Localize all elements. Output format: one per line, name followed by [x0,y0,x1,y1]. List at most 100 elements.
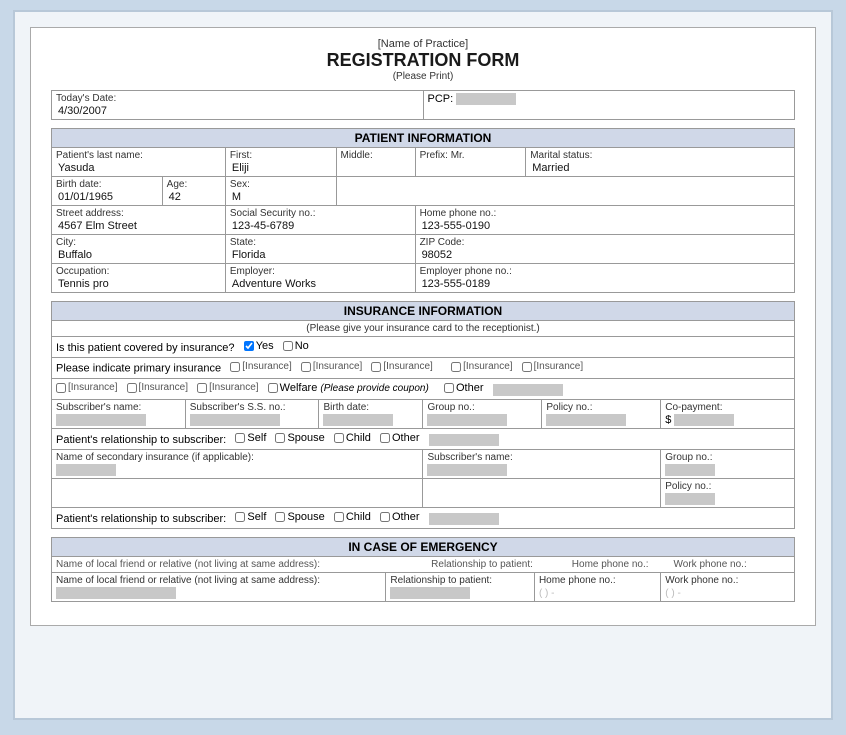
spouse2-item[interactable]: Spouse [275,511,324,523]
group-no-label: Group no.: [427,402,537,413]
city-label: City: [56,237,221,248]
pcp-label: PCP: [428,93,454,105]
self2-item[interactable]: Self [235,511,266,523]
ins2-checkbox[interactable] [301,362,311,372]
sub-name-field [56,414,146,426]
child-checkbox[interactable] [334,433,344,443]
secondary-group-label: Group no.: [665,452,790,463]
employer-phone-label: Employer phone no.: [420,266,790,277]
rel2-label: Patient's relationship to subscriber: [56,513,226,525]
no-checkbox-item[interactable]: No [283,340,309,352]
practice-name: [Name of Practice] [51,38,795,50]
ins7-checkbox[interactable] [127,383,137,393]
spouse-checkbox[interactable] [275,433,285,443]
secondary-ins-field [56,464,116,476]
child2-item[interactable]: Child [334,511,371,523]
friend-field [56,587,176,599]
self-label: Self [247,432,266,444]
ins8-label: [Insurance] [209,382,258,393]
top-row-table: Today's Date: 4/30/2007 PCP: [51,90,795,120]
ins8-checkbox[interactable] [197,383,207,393]
form-title: REGISTRATION FORM [51,50,795,71]
self-item[interactable]: Self [235,432,266,444]
marital-value: Married [530,162,790,174]
ins8-item[interactable]: [Insurance] [197,382,258,393]
welfare-note: (Please provide coupon) [320,383,428,394]
ins5-item[interactable]: [Insurance] [522,361,583,372]
welfare-checkbox[interactable] [268,383,278,393]
state-value: Florida [230,249,411,261]
home-phone-value: 123-555-0190 [420,220,790,232]
ins6-item[interactable]: [Insurance] [56,382,117,393]
emg-home-label: Home phone no.: [572,559,649,570]
other-rel-item[interactable]: Other [380,432,420,444]
ins2-item[interactable]: [Insurance] [301,361,362,372]
child-item[interactable]: Child [334,432,371,444]
occupation-label: Occupation: [56,266,221,277]
ins4-label: [Insurance] [463,361,512,372]
work-phone-label-cell: Work phone no.: [665,575,790,586]
yes-checkbox-item[interactable]: Yes [244,340,274,352]
other-primary-item[interactable]: Other [444,382,484,394]
other2-checkbox[interactable] [380,512,390,522]
date-value: 4/30/2007 [56,105,419,117]
self-checkbox[interactable] [235,433,245,443]
employer-value: Adventure Works [230,278,411,290]
ins1-item[interactable]: [Insurance] [230,361,291,372]
spouse-item[interactable]: Spouse [275,432,324,444]
yes-checkbox[interactable] [244,341,254,351]
last-name-value: Yasuda [56,162,221,174]
welfare-item[interactable]: Welfare (Please provide coupon) [268,382,429,394]
middle-label: Middle: [341,150,411,161]
marital-label: Marital status: [530,150,790,161]
child2-checkbox[interactable] [334,512,344,522]
rel-label: Relationship to patient: [431,559,533,570]
first-name-value: Eliji [230,162,332,174]
secondary-policy-field [665,493,715,505]
state-label: State: [230,237,411,248]
page-wrapper: [Name of Practice] REGISTRATION FORM (Pl… [13,10,833,720]
form-header: [Name of Practice] REGISTRATION FORM (Pl… [51,38,795,82]
ins2-label: [Insurance] [313,361,362,372]
ins3-checkbox[interactable] [371,362,381,372]
other-rel-checkbox[interactable] [380,433,390,443]
ssn-label: Social Security no.: [230,208,411,219]
primary-label: Please indicate primary insurance [56,363,221,375]
ins4-checkbox[interactable] [451,362,461,372]
self2-checkbox[interactable] [235,512,245,522]
ins5-checkbox[interactable] [522,362,532,372]
copay-label: Co-payment: [665,402,790,413]
work-phone-label: Work phone no.: [674,559,747,570]
child2-label: Child [346,511,371,523]
age-value: 42 [167,191,221,203]
other-primary-checkbox[interactable] [444,383,454,393]
welfare-label: Welfare (Please provide coupon) [280,382,429,394]
sub-ss-field [190,414,280,426]
copay-symbol: $ [665,414,671,426]
work-phone-format: ( ) - [665,588,681,599]
ins3-item[interactable]: [Insurance] [371,361,432,372]
ins7-item[interactable]: [Insurance] [127,382,188,393]
spouse2-checkbox[interactable] [275,512,285,522]
group-no-field [427,414,507,426]
employer-label: Employer: [230,266,411,277]
spouse-label: Spouse [287,432,324,444]
no-checkbox[interactable] [283,341,293,351]
ins4-item[interactable]: [Insurance] [451,361,512,372]
employer-phone-value: 123-555-0189 [420,278,790,290]
print-note: (Please Print) [51,71,795,82]
emg-rel-field [390,587,470,599]
ins6-checkbox[interactable] [56,383,66,393]
ins1-checkbox[interactable] [230,362,240,372]
prefix-label: Prefix: Mr. [420,150,522,161]
friend-label: Name of local friend or relative (not li… [56,559,320,570]
secondary-ins-label: Name of secondary insurance (if applicab… [56,452,418,463]
ins6-label: [Insurance] [68,382,117,393]
secondary-sub-label: Subscriber's name: [427,452,656,463]
first-label: First: [230,150,332,161]
emergency-section-header: IN CASE OF EMERGENCY [52,538,795,557]
other2-field [429,513,499,525]
sex-value: M [230,191,332,203]
street-value: 4567 Elm Street [56,220,221,232]
other2-item[interactable]: Other [380,511,420,523]
